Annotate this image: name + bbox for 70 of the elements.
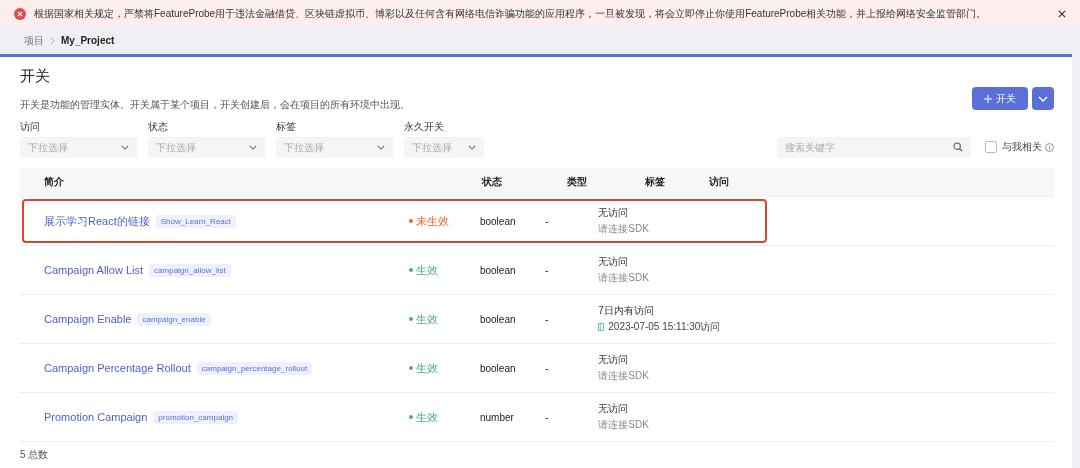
visit-status: 7日内有访问 [598,304,655,318]
key-tag: Show_Learn_React [155,214,237,228]
info-icon [1045,143,1054,152]
tags-cell-text: - [544,264,550,276]
toggle-name-link[interactable]: Campaign Percentage Rollout [44,362,191,374]
chevron-down-icon [468,145,476,150]
chevron-down-icon [121,145,129,150]
visit-status: 无访问 [598,402,630,416]
visit-status: 无访问 [598,255,630,269]
visit-note: 2023-07-05 15:11:30访问 [608,320,721,334]
toggle-name-link[interactable]: Campaign Allow List [44,264,144,276]
column-header: 访问 [709,175,730,189]
breadcrumb-item: My_Project [61,35,115,46]
tags-cell-text: - [544,313,550,325]
checkbox[interactable] [985,141,997,153]
breadcrumb-item[interactable]: 项目 [24,33,44,48]
filter-dropdown[interactable]: 下拉选择 [148,137,265,158]
filter-dropdown[interactable]: 下拉选择 [20,137,137,158]
visit-note: 请连接SDK [598,222,649,236]
search-field[interactable]: 搜索关键字 [777,137,971,158]
page-title: 开关 [20,67,51,86]
tags-cell-text: - [544,215,550,227]
chevron-down-icon [377,145,385,150]
key-tag: campaign_percentage_rollout [196,361,313,375]
checkbox-label: 与我相关 [1002,140,1042,154]
warning-message: 根据国家相关规定，严禁将FeatureProbe用于违法金融借贷、区块链虚拟币、博彩以及任何含有网络电信诈骗功能的应用程序，一旦被发现，将会立即停止你使用FeatureProbe相关功能，并上报给网络安全监管部门。 [34,6,988,21]
status-text: 未生效 [416,213,450,229]
status-text: 生效 [416,311,439,327]
add-toggle-button[interactable]: 开关 [972,87,1028,110]
status-text: 生效 [416,262,439,278]
key-tag: promotion_campaign [153,410,239,424]
visit-note: 请连接SDK [598,271,649,285]
visit-note: 请连接SDK [598,369,649,383]
close-icon[interactable] [1058,9,1066,18]
tags-cell-text: - [544,362,550,374]
filter-label: 标签 [276,120,297,134]
status-text: 生效 [416,360,439,376]
column-header: 类型 [567,175,588,189]
filter-dropdown[interactable]: 下拉选择 [404,137,484,158]
type-cell-text: boolean [479,313,517,325]
visit-note: 请连接SDK [598,418,649,432]
type-cell-text: boolean [479,215,517,227]
toggle-name-link[interactable]: 展示学习React的链接 [44,213,150,229]
column-header: 标签 [645,175,666,189]
key-tag: campaign_allow_list [149,263,231,277]
search-icon [953,142,963,152]
filter-label: 访问 [20,120,41,134]
toggle-name-link[interactable]: Promotion Campaign [44,411,148,423]
filter-label: 永久开关 [404,120,445,134]
toggle-name-link[interactable]: Campaign Enable [44,313,132,325]
total-count: 5 总数 [20,448,50,462]
dropdown-button[interactable] [1032,87,1054,110]
plus-icon [984,94,992,103]
type-cell-text: boolean [479,362,517,374]
column-header: 状态 [482,175,503,189]
filter-dropdown[interactable]: 下拉选择 [276,137,393,158]
status-text: 生效 [416,409,439,425]
page-description: 开关是功能的管理实体。开关属于某个项目，开关创建后，会在项目的所有环境中出现。 [20,98,410,112]
type-cell-text: boolean [479,264,517,276]
type-cell-text: number [479,411,515,423]
key-tag: campaign_enable [137,312,211,326]
chevron-down-icon [1038,95,1048,102]
visit-status: 无访问 [598,353,630,367]
error-icon [14,7,26,20]
tags-cell-text: - [544,411,550,423]
chevron-down-icon [249,145,257,150]
chevron-icon [50,36,55,45]
column-header: 简介 [43,175,65,189]
filter-label: 状态 [148,120,169,134]
visit-status: 无访问 [598,206,630,220]
